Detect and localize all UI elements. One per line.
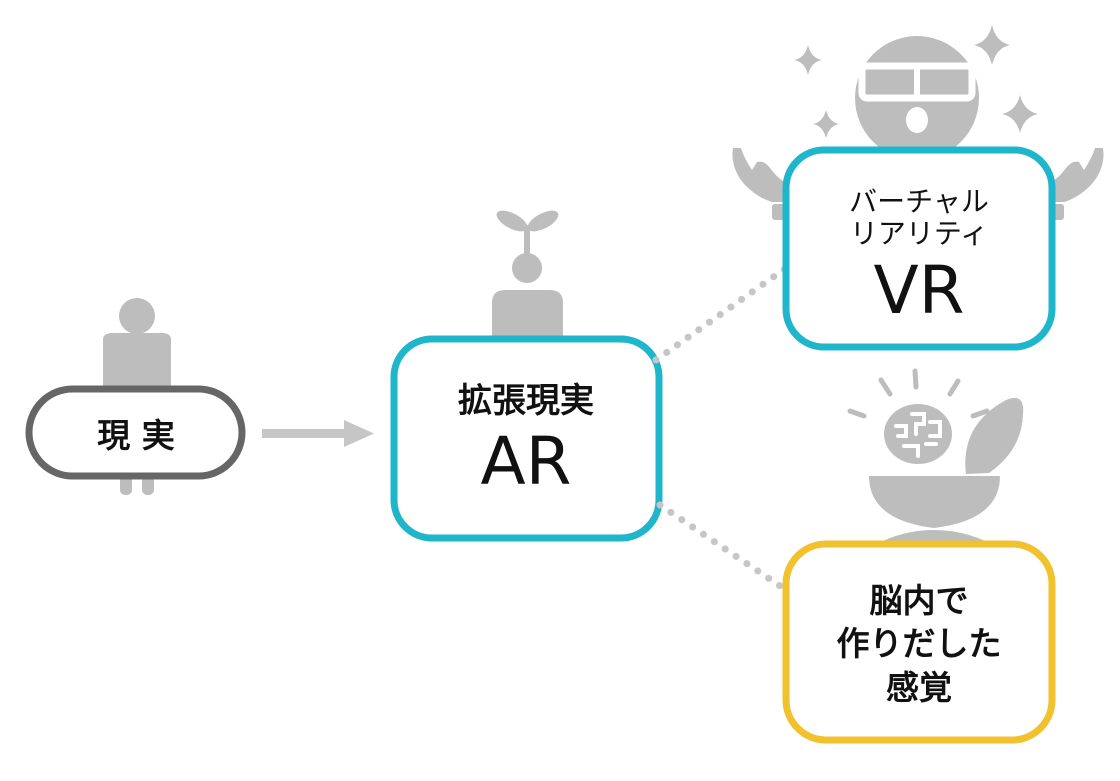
vr-sublabel-line1: バーチャル (849, 185, 989, 218)
open-head-brain-icon (847, 368, 1024, 550)
ar-node: 拡張現実 AR (390, 335, 663, 542)
dotted-connector-vr (652, 264, 790, 364)
vr-label: VR (873, 252, 964, 329)
vr-sublabel-line2: リアリティ (850, 217, 988, 250)
ar-label: AR (480, 423, 571, 500)
dotted-connector-brain (656, 501, 790, 594)
ar-vr-concept-diagram: 現 実 拡張現実 AR バーチャル リアリティ VR 脳内で 作りだした 感覚 (25, 25, 1104, 744)
brain-node: 脳内で 作りだした 感覚 (782, 540, 1056, 744)
arrow-right-icon (262, 420, 374, 447)
ar-sublabel: 拡張現実 (458, 381, 594, 421)
reality-label: 現 実 (97, 416, 175, 455)
brain-line3: 感覚 (886, 668, 952, 707)
vr-node: バーチャル リアリティ VR (782, 146, 1056, 351)
reality-node: 現 実 (25, 385, 246, 480)
brain-line2: 作りだした (837, 624, 1002, 663)
brain-line1: 脳内で (870, 581, 969, 620)
